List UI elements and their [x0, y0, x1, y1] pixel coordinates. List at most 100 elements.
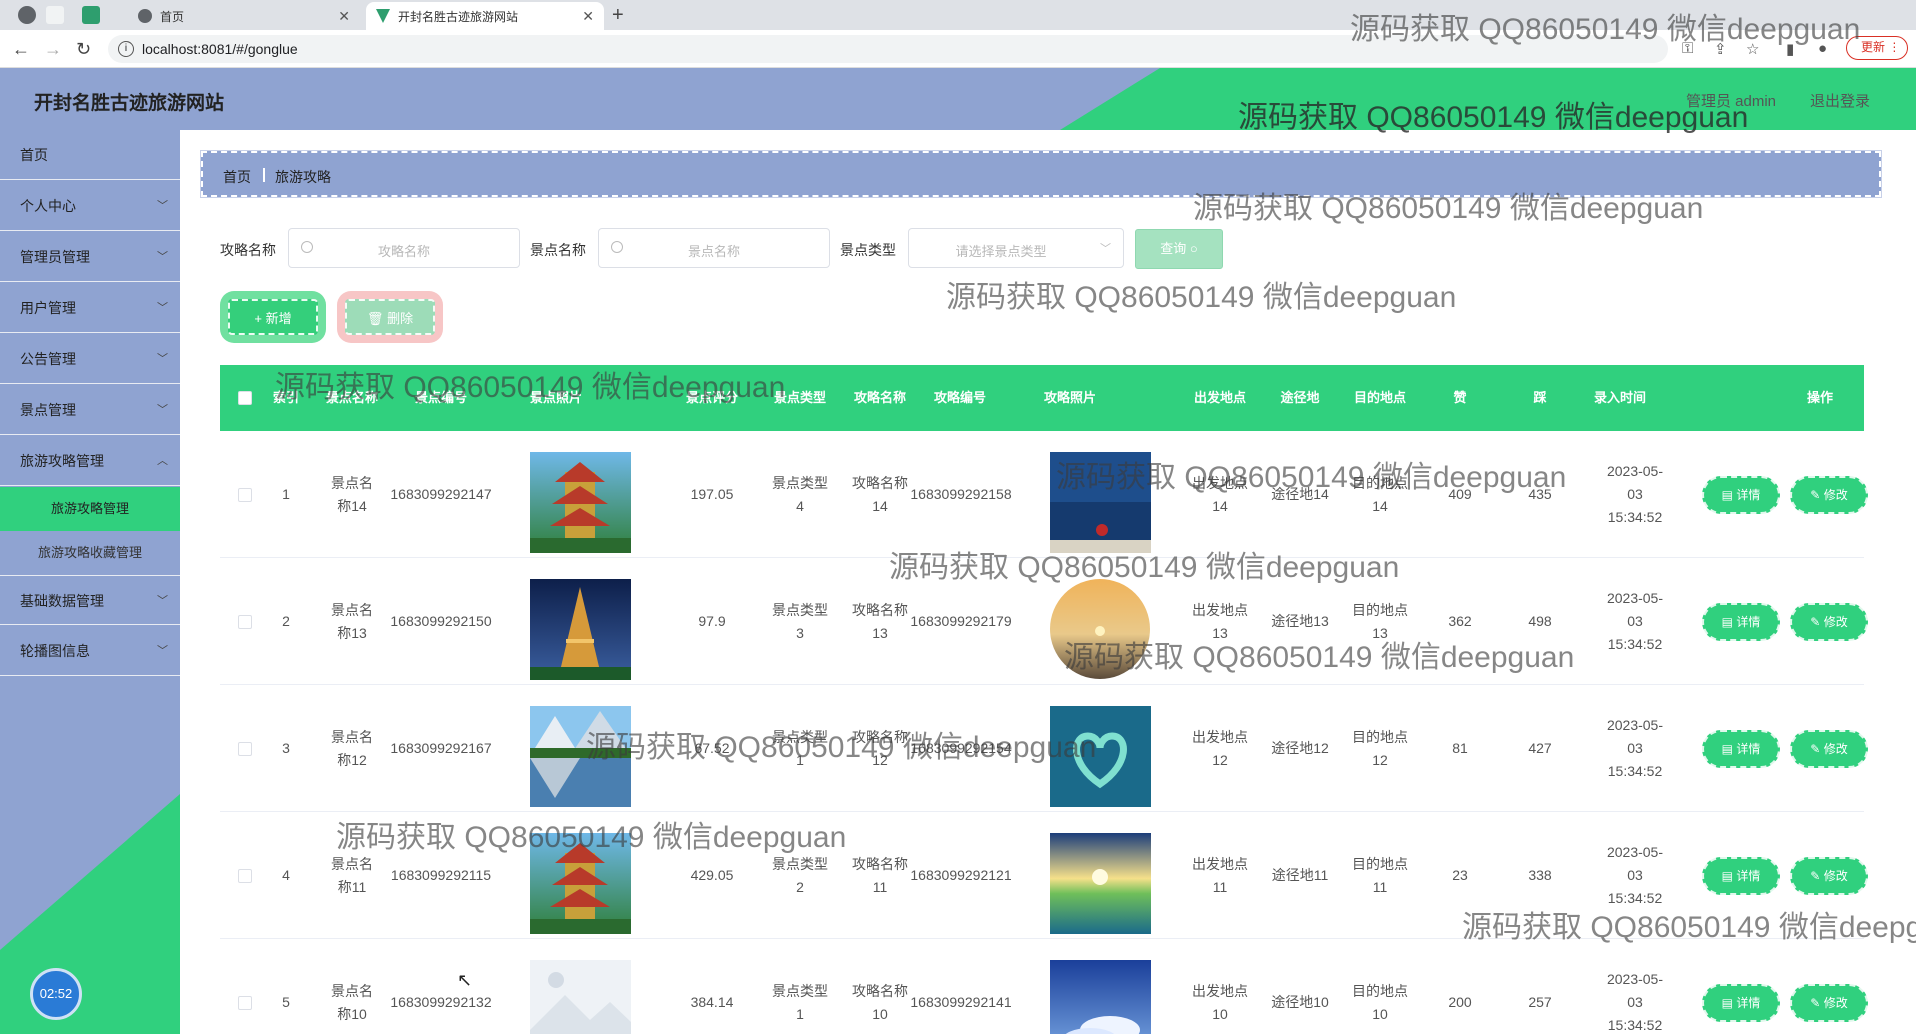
detail-label: 详情 — [1736, 742, 1761, 756]
breadcrumb-separator — [263, 168, 265, 182]
sidebar-subitem-strategy-favorites[interactable]: 旅游攻略收藏管理 — [0, 531, 180, 575]
site-title: 开封名胜古迹旅游网站 — [34, 93, 225, 114]
th-time: 录入时间 — [1593, 390, 1646, 405]
strategy-photo — [1050, 833, 1151, 934]
browser-tab-active[interactable]: 开封名胜古迹旅游网站 ✕ — [366, 2, 604, 30]
cell-start: 出发地点12 — [1192, 728, 1248, 768]
query-label: 查询 — [1160, 241, 1187, 256]
row-checkbox[interactable] — [238, 869, 252, 883]
sidepanel-icon[interactable]: ▮ — [1786, 40, 1794, 58]
row-checkbox[interactable] — [238, 996, 252, 1010]
detail-button[interactable]: ▤ 详情 — [1702, 984, 1780, 1022]
chevron-down-icon: ﹀ — [157, 200, 168, 212]
edit-button[interactable]: ✎ 修改 — [1790, 984, 1868, 1022]
browser-tab-icon[interactable] — [46, 6, 64, 24]
th-strategy-name: 攻略名称 — [853, 390, 906, 405]
cell-via: 途径地10 — [1271, 994, 1329, 1010]
vue-tab-icon[interactable] — [82, 6, 100, 24]
breadcrumb: 首页 旅游攻略 — [200, 150, 1882, 198]
th-spot-name: 景点名称 — [325, 390, 378, 405]
chevron-up-icon: ︿ — [157, 455, 168, 467]
spot-type-select[interactable]: 请选择景点类型 ﹀ — [908, 228, 1124, 268]
mouse-cursor-icon: ↖ — [457, 970, 473, 990]
detail-button[interactable]: ▤ 详情 — [1702, 603, 1780, 641]
strategy-photo — [1050, 960, 1151, 1034]
cell-via: 途径地13 — [1271, 613, 1329, 629]
strategy-name-label: 攻略名称 — [220, 242, 276, 258]
sidebar-item-strategies[interactable]: 旅游攻略管理 ︿ — [0, 436, 180, 486]
forward-icon[interactable]: → — [44, 39, 62, 60]
detail-button[interactable]: ▤ 详情 — [1702, 476, 1780, 514]
delete-label: 删除 — [387, 311, 414, 326]
cell-spot-type: 景点类型2 — [772, 855, 828, 895]
cell-time: 2023-05-03 15:34:52 — [1606, 463, 1664, 525]
close-icon[interactable]: ✕ — [582, 8, 594, 25]
cell-index: 4 — [282, 867, 290, 883]
sidebar-subitem-strategy-manage[interactable]: 旅游攻略管理 — [0, 487, 180, 531]
row-checkbox[interactable] — [238, 615, 252, 629]
table-row: 4 景点名称11 1683099292115 429.05 景点类型2 攻略名称… — [220, 812, 1868, 939]
add-label: + 新增 — [228, 299, 318, 335]
sidebar-item-home[interactable]: 首页 — [0, 130, 180, 180]
edit-button[interactable]: ✎ 修改 — [1790, 857, 1868, 895]
cell-spot-name: 景点名称10 — [331, 982, 373, 1022]
sidebar-item-basedata[interactable]: 基础数据管理 ﹀ — [0, 575, 180, 625]
sidebar-item-admins[interactable]: 管理员管理 ﹀ — [0, 232, 180, 282]
cell-spot-name: 景点名称13 — [331, 601, 373, 641]
edit-button[interactable]: ✎ 修改 — [1790, 603, 1868, 641]
chevron-down-icon: ﹀ — [157, 302, 168, 314]
row-checkbox[interactable] — [238, 488, 252, 502]
admin-user-label[interactable]: 管理员 admin — [1686, 90, 1776, 111]
cell-dest: 目的地点12 — [1352, 728, 1408, 768]
row-checkbox[interactable] — [238, 742, 252, 756]
edit-button[interactable]: ✎ 修改 — [1790, 730, 1868, 768]
detail-button[interactable]: ▤ 详情 — [1702, 857, 1780, 895]
spot-name-input[interactable]: 景点名称 — [598, 228, 830, 268]
share-icon[interactable]: ⇪ — [1714, 40, 1727, 58]
table-row: 1 景点名称14 1683099292147 197.05 景点类型4 攻略名称… — [220, 431, 1868, 558]
update-button[interactable]: 更新 ⋮ — [1846, 36, 1908, 60]
url-text: localhost:8081/#/gonglue — [142, 41, 298, 57]
back-icon[interactable]: ← — [12, 39, 30, 60]
star-icon[interactable]: ☆ — [1746, 40, 1759, 58]
query-button[interactable]: 查询 ○ — [1135, 229, 1223, 269]
vue-icon — [376, 9, 390, 23]
cell-index: 3 — [282, 740, 290, 756]
sidebar-item-profile[interactable]: 个人中心 ﹀ — [0, 181, 180, 231]
edit-label: 修改 — [1823, 488, 1848, 502]
new-tab-icon[interactable]: + — [612, 4, 624, 27]
delete-button[interactable]: 🗑 删除 — [337, 291, 443, 343]
add-button[interactable]: + 新增 — [220, 291, 326, 343]
watermark: 源码获取 QQ86050149 微信deepguan — [946, 281, 1457, 314]
sidebar-item-notices[interactable]: 公告管理 ﹀ — [0, 334, 180, 384]
cell-strategy-no: 1683099292158 — [910, 486, 1012, 502]
select-all-checkbox[interactable] — [238, 391, 252, 405]
logout-link[interactable]: 退出登录 — [1810, 90, 1870, 111]
close-icon[interactable]: ✕ — [338, 8, 350, 25]
detail-button[interactable]: ▤ 详情 — [1702, 730, 1780, 768]
chevron-down-icon: ﹀ — [157, 353, 168, 365]
edit-label: 修改 — [1823, 615, 1848, 629]
strategy-name-input[interactable]: 攻略名称 — [288, 228, 520, 268]
input-placeholder: 景点名称 — [687, 244, 740, 259]
sidebar-item-spots[interactable]: 景点管理 ﹀ — [0, 385, 180, 435]
clock-widget[interactable]: 02:52 — [30, 968, 82, 1020]
browser-tab-icon[interactable] — [18, 6, 36, 24]
info-icon[interactable]: i — [118, 41, 134, 57]
key-icon[interactable]: ⚿ — [1682, 40, 1693, 57]
cell-likes: 81 — [1452, 740, 1468, 756]
cell-time: 2023-05-03 15:34:52 — [1606, 844, 1664, 906]
cell-spot-type: 景点类型1 — [772, 728, 828, 768]
cell-likes: 23 — [1452, 867, 1468, 883]
sidebar-item-users[interactable]: 用户管理 ﹀ — [0, 283, 180, 333]
reload-icon[interactable]: ↻ — [76, 39, 91, 60]
profile-icon[interactable]: ● — [1818, 40, 1827, 57]
detail-label: 详情 — [1736, 488, 1761, 502]
sidebar-item-carousel[interactable]: 轮播图信息 ﹀ — [0, 626, 180, 676]
edit-button[interactable]: ✎ 修改 — [1790, 476, 1868, 514]
url-input[interactable]: i localhost:8081/#/gonglue — [108, 35, 1668, 63]
cell-dest: 目的地点14 — [1352, 474, 1408, 514]
browser-tab-home[interactable]: 首页 ✕ — [128, 2, 360, 30]
breadcrumb-home[interactable]: 首页 — [223, 167, 251, 187]
delete-inner: 🗑 删除 — [345, 299, 435, 335]
